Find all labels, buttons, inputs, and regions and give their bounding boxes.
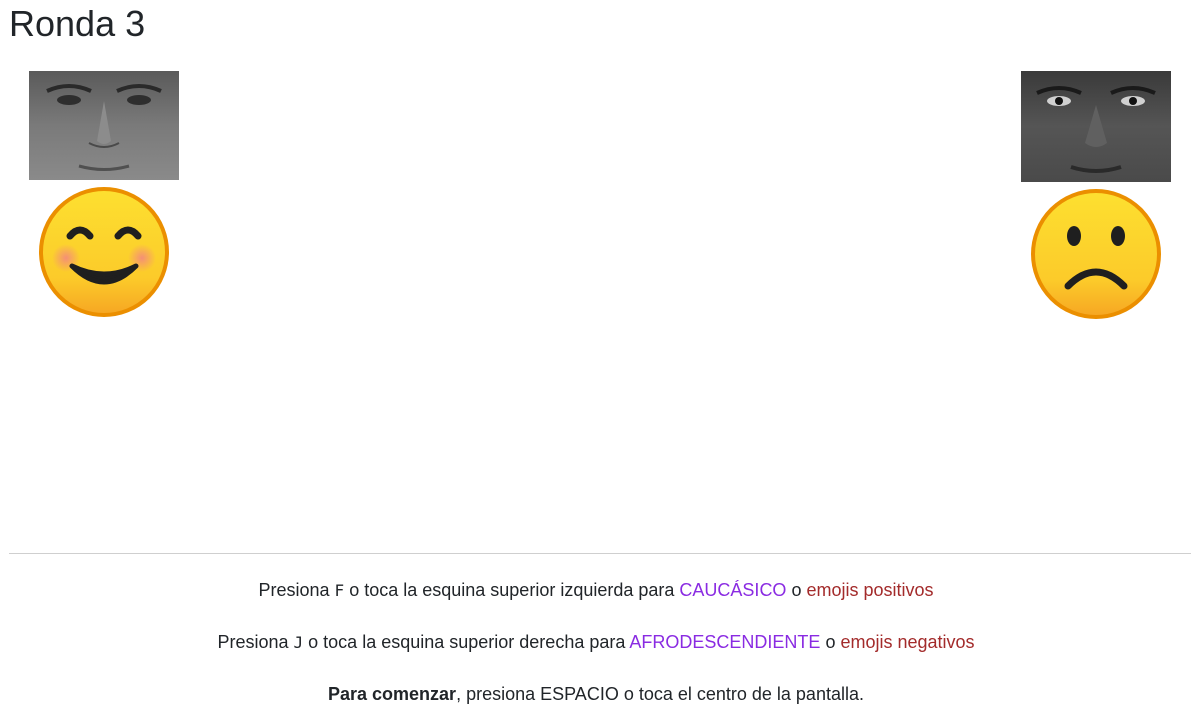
page[interactable]: Ronda 3 Presiona F o toca la esquina sup… (0, 0, 1192, 716)
emoji-label-right: emojis negativos (840, 632, 975, 652)
smiling-face-icon (39, 187, 169, 317)
right-corner-target[interactable] (1021, 71, 1171, 320)
instruction-left: Presiona F o toca la esquina superior iz… (0, 578, 1192, 603)
category-right: AFRODESCENDIENTE (629, 632, 821, 652)
instruction-middle: o toca la esquina superior derecha para (308, 632, 626, 652)
key-j: J (293, 633, 304, 652)
instruction-start: Para comenzar, presiona ESPACIO o toca e… (0, 682, 1192, 706)
instruction-joiner: o (825, 632, 836, 652)
left-corner-target[interactable] (29, 71, 179, 318)
instruction-middle: o toca la esquina superior izquierda par… (349, 580, 675, 600)
instruction-right: Presiona J o toca la esquina superior de… (0, 630, 1192, 655)
start-label: Para comenzar (328, 684, 457, 704)
emoji-label-left: emojis positivos (806, 580, 934, 600)
instruction-prefix: Presiona (217, 632, 289, 652)
start-text: , presiona ESPACIO o toca el centro de l… (456, 684, 864, 704)
divider (9, 553, 1191, 554)
round-title: Ronda 3 (9, 3, 146, 44)
face-photo-icon (1021, 71, 1171, 182)
category-left: CAUCÁSICO (679, 580, 787, 600)
instruction-joiner: o (791, 580, 802, 600)
face-photo-icon (29, 71, 179, 180)
frowning-face-icon (1031, 189, 1161, 319)
key-f: F (334, 581, 345, 600)
instruction-prefix: Presiona (258, 580, 330, 600)
